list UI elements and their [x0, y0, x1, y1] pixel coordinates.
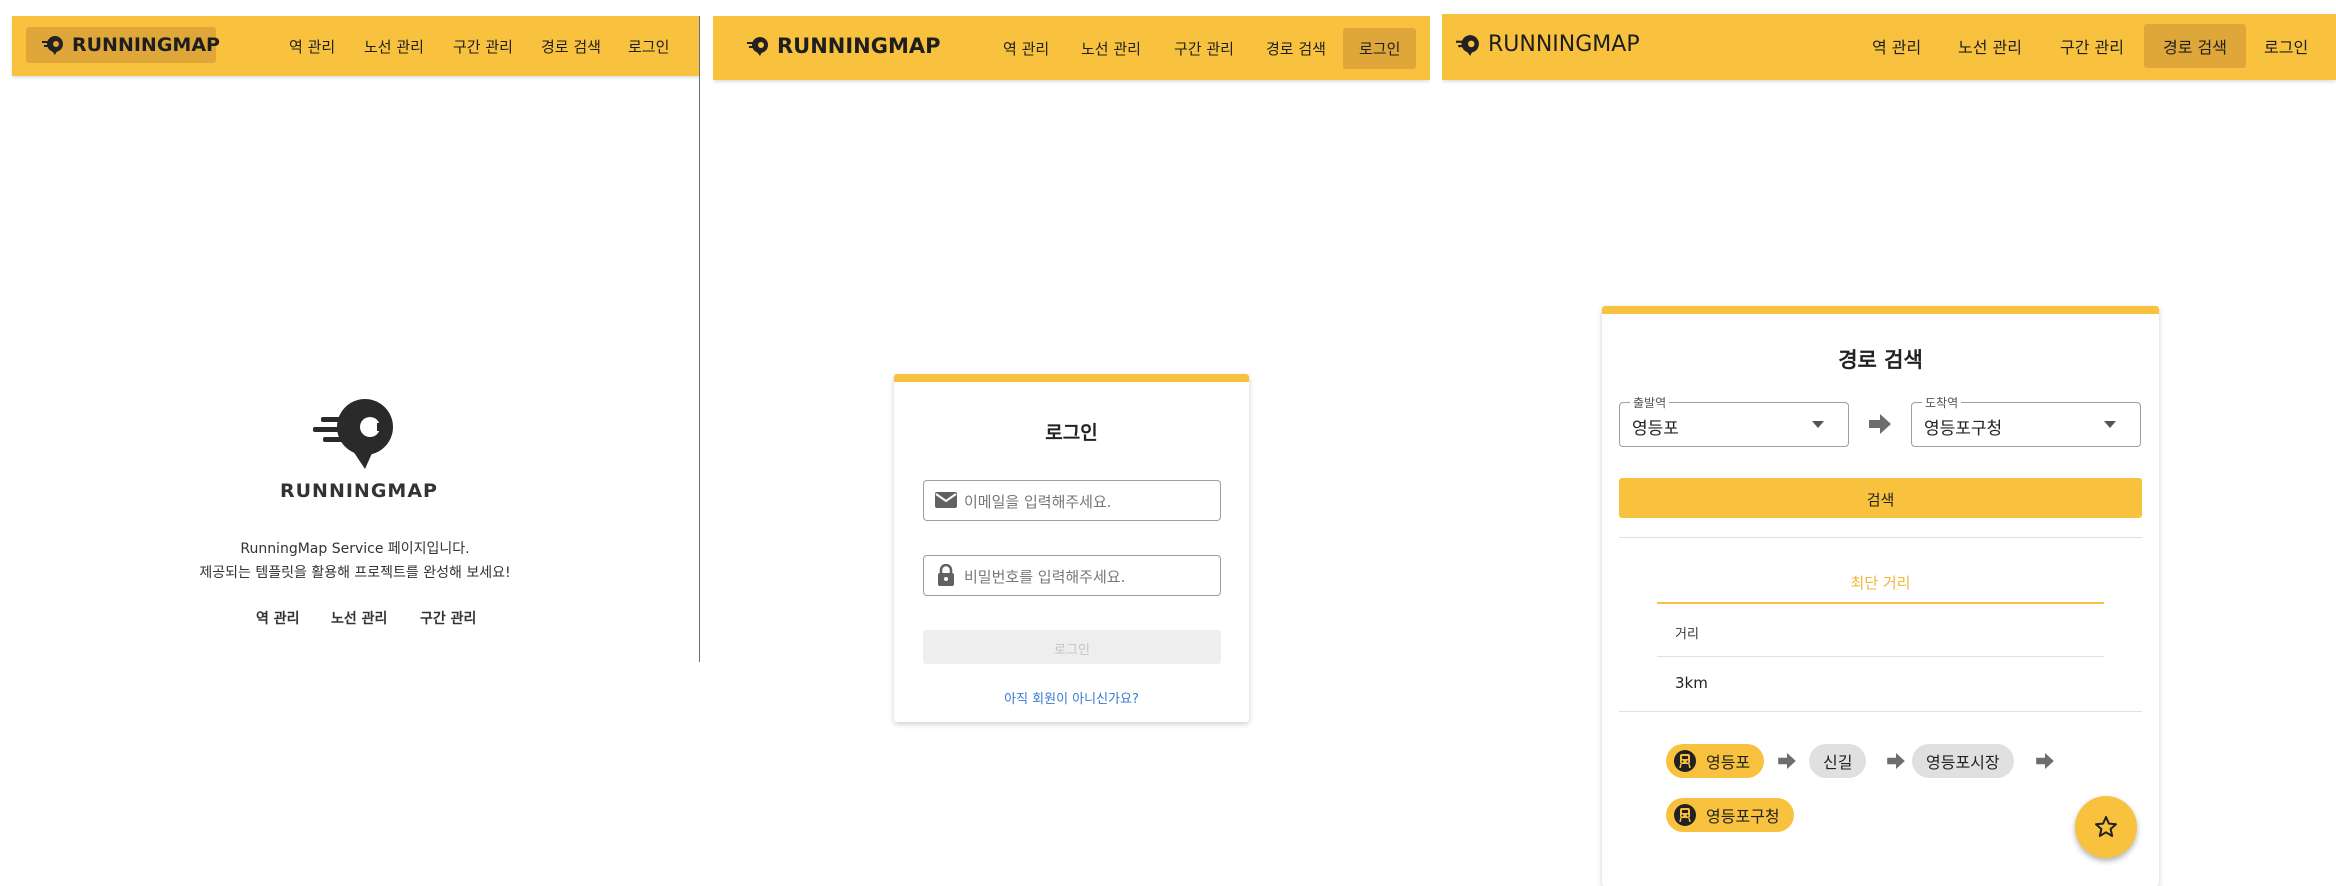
search-button[interactable]: 검색: [1619, 478, 2142, 518]
chevron-down-icon: [1812, 421, 1824, 428]
train-icon: [1674, 750, 1696, 772]
source-label: 출발역: [1630, 394, 1670, 411]
path-navbar: RUNNINGMAP 역 관리 노선 관리 구간 관리 경로 검색 로그인: [1442, 14, 2336, 80]
nav-login[interactable]: 로그인: [1343, 28, 1417, 69]
home-intro-line1: RunningMap Service 페이지입니다.: [240, 541, 470, 557]
runningmap-main-logo-icon: [313, 399, 393, 469]
path-title: 경로 검색: [1838, 348, 1923, 372]
login-navbar: RUNNINGMAP 역 관리 노선 관리 구간 관리 경로 검색 로그인: [713, 16, 1430, 80]
nav-line[interactable]: 노선 관리: [364, 36, 424, 57]
section-divider: [1619, 711, 2142, 712]
home-panel: RUNNINGMAP 역 관리 노선 관리 구간 관리 경로 검색 로그인 RU…: [0, 0, 700, 886]
tab-label: 최단 거리: [1850, 574, 1911, 592]
nav-login[interactable]: 로그인: [2264, 34, 2308, 58]
source-station-select[interactable]: 출발역 영등포: [1619, 394, 1849, 447]
password-field[interactable]: 비밀번호를 입력해주세요.: [923, 555, 1221, 596]
runningmap-logo-icon: [1456, 34, 1479, 56]
arrow-right-icon: [1887, 753, 1905, 769]
star-outline-icon: [2095, 816, 2117, 837]
home-brand-button[interactable]: RUNNINGMAP: [26, 27, 220, 63]
station-name: 신길: [1823, 753, 1853, 772]
station-chip-end: 영등포구청: [1666, 798, 1794, 832]
favorite-fab-button[interactable]: [2075, 796, 2137, 858]
path-brand[interactable]: RUNNINGMAP: [1456, 32, 1640, 57]
target-value: 영등포구청: [1924, 419, 2003, 439]
target-station-select[interactable]: 도착역 영등포구청: [1911, 394, 2141, 447]
panel-divider: [699, 16, 700, 662]
path-card: 경로 검색 출발역 영등포 도착역 영등포구청 검색 최단 거리 거리 3km …: [1602, 306, 2159, 886]
signup-link[interactable]: 아직 회원이 아니신가요?: [894, 688, 1249, 707]
station-chip-start: 영등포: [1666, 744, 1765, 778]
chevron-down-icon: [2104, 421, 2116, 428]
nav-path[interactable]: 경로 검색: [2144, 24, 2246, 68]
nav-station[interactable]: 역 관리: [1003, 38, 1049, 59]
home-logo-text: RUNNINGMAP: [280, 480, 438, 502]
login-title: 로그인: [1045, 422, 1098, 444]
home-navbar: RUNNINGMAP 역 관리 노선 관리 구간 관리 경로 검색 로그인: [12, 16, 700, 76]
password-placeholder: 비밀번호를 입력해주세요.: [964, 568, 1126, 586]
home-link-section[interactable]: 구간 관리: [420, 608, 476, 628]
station-chip-middle: 신길: [1809, 744, 1867, 778]
distance-header-row: 거리: [1657, 604, 2104, 657]
station-name: 영등포: [1706, 753, 1751, 772]
arrow-right-icon: [1778, 753, 1796, 769]
path-panel: RUNNINGMAP 역 관리 노선 관리 구간 관리 경로 검색 로그인 경로…: [1442, 0, 2336, 886]
login-submit-button[interactable]: 로그인: [923, 630, 1221, 664]
brand-name: RUNNINGMAP: [1488, 32, 1640, 57]
login-card: 로그인 이메일을 입력해주세요. 비밀번호를 입력해주세요. 로그인 아직 회원…: [894, 374, 1249, 722]
nav-login[interactable]: 로그인: [628, 36, 669, 57]
search-button-label: 검색: [1866, 491, 1895, 509]
home-link-station[interactable]: 역 관리: [256, 608, 300, 628]
nav-line[interactable]: 노선 관리: [1958, 34, 2022, 58]
brand-name: RUNNINGMAP: [72, 34, 220, 56]
tab-shortest-distance[interactable]: 최단 거리: [1657, 562, 2104, 604]
nav-path[interactable]: 경로 검색: [541, 36, 601, 57]
nav-station[interactable]: 역 관리: [1872, 34, 1921, 58]
train-icon: [1674, 804, 1696, 826]
target-label: 도착역: [1922, 394, 1962, 411]
distance-header: 거리: [1675, 627, 1699, 642]
source-value: 영등포: [1632, 419, 1679, 439]
nav-line[interactable]: 노선 관리: [1081, 38, 1141, 59]
nav-section[interactable]: 구간 관리: [2060, 34, 2124, 58]
email-field[interactable]: 이메일을 입력해주세요.: [923, 480, 1221, 521]
runningmap-logo-icon: [747, 37, 768, 56]
brand-name: RUNNINGMAP: [777, 34, 941, 58]
distance-value-row: 3km: [1657, 656, 2104, 710]
station-name: 영등포시장: [1926, 753, 2000, 772]
home-intro-line2: 제공되는 템플릿을 활용해 프로젝트를 완성해 보세요!: [199, 565, 511, 581]
email-placeholder: 이메일을 입력해주세요.: [964, 493, 1112, 511]
home-link-line[interactable]: 노선 관리: [331, 608, 387, 628]
login-brand[interactable]: RUNNINGMAP: [747, 34, 941, 58]
distance-value: 3km: [1675, 674, 1708, 692]
arrow-right-icon: [2036, 753, 2054, 769]
mail-icon: [935, 492, 957, 508]
station-name: 영등포구청: [1706, 807, 1780, 826]
station-chip-middle: 영등포시장: [1912, 744, 2014, 778]
nav-section[interactable]: 구간 관리: [453, 36, 513, 57]
nav-station[interactable]: 역 관리: [289, 36, 335, 57]
lock-icon: [938, 564, 954, 586]
arrow-right-icon: [1869, 414, 1891, 434]
nav-section[interactable]: 구간 관리: [1174, 38, 1234, 59]
section-divider: [1619, 537, 2142, 538]
nav-path[interactable]: 경로 검색: [1266, 38, 1326, 59]
login-panel: RUNNINGMAP 역 관리 노선 관리 구간 관리 경로 검색 로그인 로그…: [713, 0, 1430, 886]
runningmap-logo-icon: [42, 36, 63, 55]
login-submit-label: 로그인: [1054, 643, 1090, 658]
